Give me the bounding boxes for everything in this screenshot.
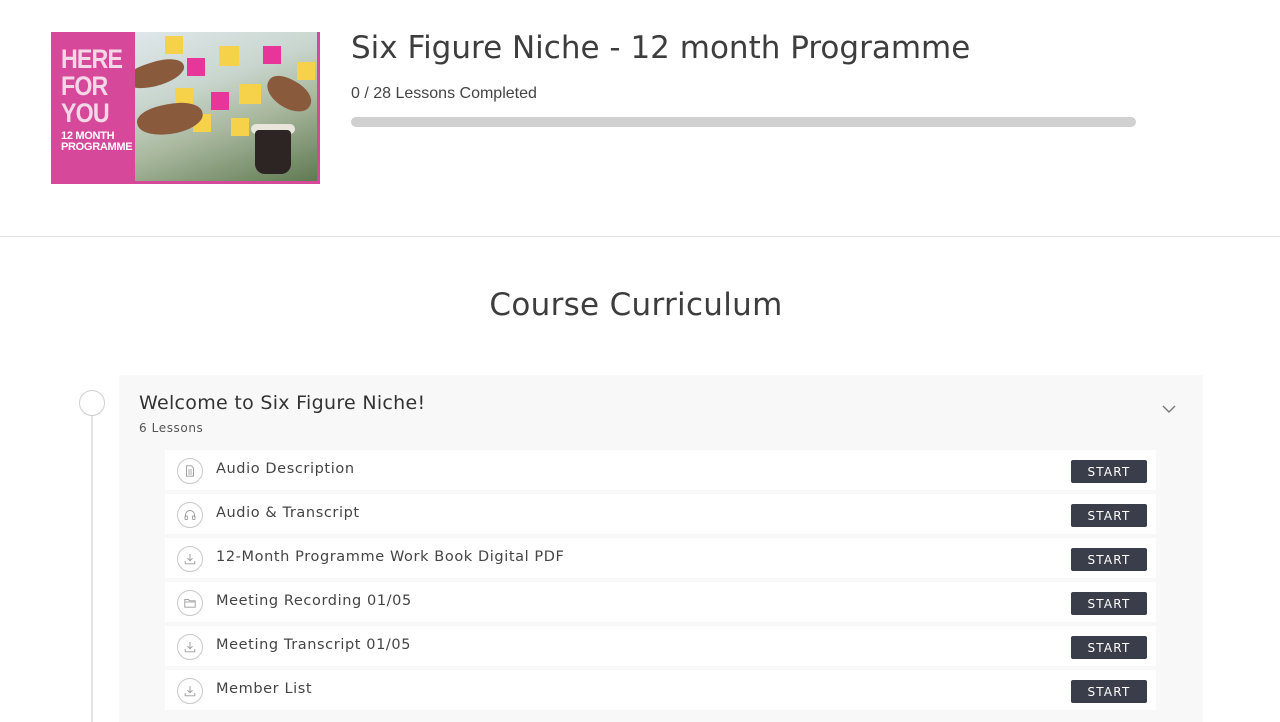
lesson-row[interactable]: Meeting Transcript 01/05 START [165, 626, 1156, 666]
course-title: Six Figure Niche - 12 month Programme [351, 30, 971, 66]
progress-text: 0 / 28 Lessons Completed [351, 85, 537, 102]
lesson-title: 12-Month Programme Work Book Digital PDF [216, 549, 565, 565]
lesson-title: Meeting Transcript 01/05 [216, 637, 412, 653]
start-button[interactable]: START [1071, 636, 1147, 659]
progress-bar [351, 117, 1136, 127]
start-button[interactable]: START [1071, 504, 1147, 527]
course-header: HERE FOR YOU 12 MONTH PROGRAMME Six Figu… [0, 0, 1280, 237]
section-lesson-count: 6 Lessons [139, 421, 204, 435]
thumbnail-headline-1: HERE [61, 44, 123, 74]
chevron-down-icon[interactable] [1159, 399, 1179, 419]
curriculum-section: Welcome to Six Figure Niche! 6 Lessons A… [119, 375, 1203, 722]
thumbnail-photo [135, 32, 317, 181]
lesson-row[interactable]: Member List START [165, 670, 1156, 710]
headphones-icon [177, 502, 203, 528]
section-status-indicator [79, 390, 105, 416]
lesson-row[interactable]: 12-Month Programme Work Book Digital PDF… [165, 538, 1156, 578]
lesson-title: Meeting Recording 01/05 [216, 593, 412, 609]
course-thumbnail: HERE FOR YOU 12 MONTH PROGRAMME [51, 32, 320, 184]
download-icon [177, 678, 203, 704]
lesson-row[interactable]: Audio & Transcript START [165, 494, 1156, 534]
folder-icon [177, 590, 203, 616]
lesson-title: Member List [216, 681, 313, 697]
start-button[interactable]: START [1071, 680, 1147, 703]
section-title[interactable]: Welcome to Six Figure Niche! [139, 392, 425, 414]
thumbnail-subline-2: PROGRAMME [61, 141, 133, 153]
start-button[interactable]: START [1071, 460, 1147, 483]
lesson-title: Audio Description [216, 461, 355, 477]
start-button[interactable]: START [1071, 548, 1147, 571]
lesson-title: Audio & Transcript [216, 505, 360, 521]
download-icon [177, 634, 203, 660]
document-icon [177, 458, 203, 484]
lesson-row[interactable]: Meeting Recording 01/05 START [165, 582, 1156, 622]
start-button[interactable]: START [1071, 592, 1147, 615]
lesson-row[interactable]: Audio Description START [165, 450, 1156, 490]
thumbnail-headline-2: FOR [61, 71, 108, 101]
download-icon [177, 546, 203, 572]
thumbnail-headline-3: YOU [61, 98, 110, 128]
curriculum-heading: Course Curriculum [489, 287, 783, 323]
timeline-line [91, 415, 93, 722]
